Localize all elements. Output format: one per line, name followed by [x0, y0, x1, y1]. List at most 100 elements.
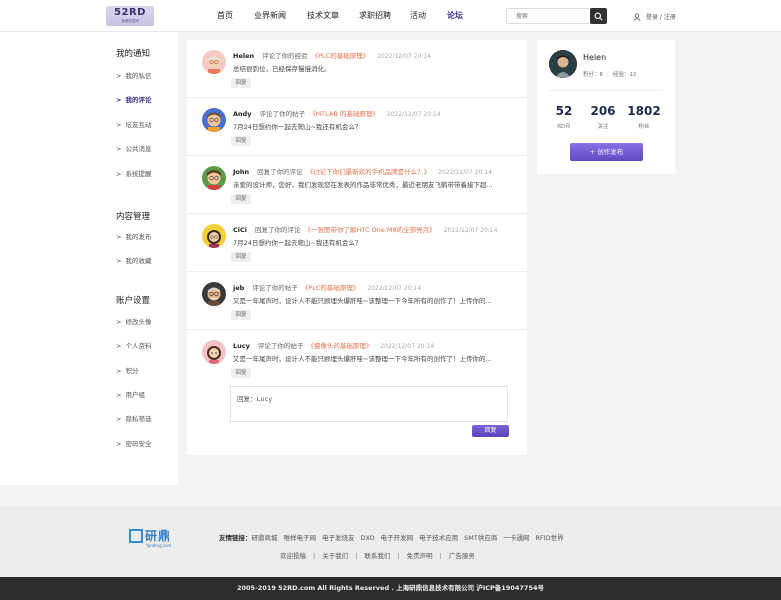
sidebar-item-password-security[interactable]: > 密码安全 — [116, 438, 151, 448]
sidebar-item-interactions[interactable]: > 坛友互动 — [116, 119, 151, 129]
comment-entry: John 回复了你的评论 《讨论下你们最新欢的手机品牌是什么？》 2022/12/07… — [187, 156, 527, 214]
friend-link[interactable]: 电子发烧友 — [322, 534, 355, 542]
friend-link[interactable]: SMT供应商 — [464, 534, 497, 542]
sidebar-item-points[interactable]: > 积分 — [116, 365, 138, 375]
profile-exp: 经验：12 — [612, 72, 637, 78]
footer-logo-cn: 研鼎 — [145, 529, 172, 543]
nav-jobs[interactable]: 求职招聘 — [359, 0, 391, 32]
footer-link-about[interactable]: 关于我们 — [322, 552, 348, 560]
profile-name: Helen — [583, 53, 607, 62]
comment-action: 评论了你的帖子 — [259, 110, 306, 118]
comment-username[interactable]: jeb — [233, 284, 244, 292]
avatar-cici[interactable] — [202, 224, 226, 248]
comment-action: 回复了你的评论 — [257, 168, 303, 176]
reply-button[interactable]: 回复 — [231, 310, 251, 320]
submit-reply-button[interactable]: 回复 — [472, 425, 509, 437]
sidebar-item-private-messages[interactable]: > 我的私信 — [116, 70, 151, 80]
sidebar-item-my-favorites[interactable]: > 我的收藏 — [116, 255, 151, 265]
avatar-andy[interactable] — [202, 108, 226, 132]
comment-content: 亲爱的设计师，您好，我们发现您在发表的作品非常优秀，最近老朋友飞鹤带带着接下超.… — [233, 181, 493, 189]
sidebar-item-system-alerts[interactable]: > 系统提醒 — [116, 168, 151, 178]
friend-links: 友情链接：研鼎商城 唯样电子网 电子发烧友 DXO 电子开发网 电子技术应用 SMT供应商一… — [219, 532, 570, 542]
footer-logo-en: Yanding.com — [146, 543, 172, 548]
footer-link-disclaimer[interactable]: 免责声明 — [407, 552, 433, 560]
footer-logo-mark — [129, 529, 143, 543]
login-register-label: 登录 / 注册 — [646, 14, 676, 21]
comment-meta: Helen 评论了你的经验 《PLC的基础原理》 2022/12/07 20:14 — [233, 50, 431, 60]
copyright-bar: 2005-2019 52RD.com All Rights Reserved .… — [0, 577, 781, 600]
sidebar-item-privacy-filter[interactable]: > 隐私筛选 — [116, 413, 151, 423]
footer-logo[interactable]: 研鼎 Yanding.com — [129, 528, 179, 550]
reply-button[interactable]: 回复 — [231, 78, 251, 88]
footer-link-ads[interactable]: 广告服务 — [449, 552, 475, 560]
comment-post-link[interactable]: 《PLC的基础原理》 — [312, 52, 370, 60]
friend-link[interactable]: RFID世界 — [535, 534, 563, 542]
comment-action: 评论了你的帖子 — [257, 342, 304, 350]
comment-action: 评论了你的经验 — [262, 52, 308, 60]
stat-following[interactable]: 206 关注 — [580, 104, 626, 130]
login-register-link[interactable]: 登录 / 注册 — [633, 12, 676, 21]
friend-link[interactable]: DXO — [361, 534, 375, 542]
profile-card: Helen 积分：6 | 经验：12 52 RD币 206 关注 1802 粉丝 +… — [537, 40, 675, 174]
friend-link[interactable]: 研鼎商城 — [252, 534, 278, 542]
sidebar-item-change-avatar[interactable]: > 修改头像 — [116, 316, 151, 326]
comment-post-link[interactable]: 《摄像头的基础原理》 — [307, 342, 372, 350]
comment-action: 评论了你的帖子 — [252, 284, 298, 292]
reply-button[interactable]: 回复 — [231, 136, 251, 146]
search-icon — [594, 12, 603, 20]
comment-username[interactable]: Helen — [233, 52, 254, 60]
comment-entry: CiCi 回复了你的评论 《一张图带你了解HTC One M8的全部亮点》 2022/… — [187, 214, 527, 272]
comment-content: 又是一年尾声时，设计人不能只顾埋头爆肝哇~该整理一下今年所有的创作了！上传你的.… — [233, 297, 492, 305]
comment-post-link[interactable]: 《MTLAB 的基础原理》 — [309, 110, 379, 118]
sidebar-item-my-comments[interactable]: > 我的评论 — [116, 94, 151, 104]
sidebar-item-user-group[interactable]: > 用户组 — [116, 389, 145, 399]
comment-username[interactable]: CiCi — [233, 226, 247, 234]
comment-time: 2022/12/07 20:14 — [380, 343, 435, 350]
top-header: 52RD 我爱研发网 首页 业界新闻 技术文章 求职招聘 活动 论坛 登录 / … — [0, 0, 781, 32]
profile-avatar[interactable] — [549, 50, 577, 78]
profile-points: 积分：6 — [583, 72, 603, 78]
nav-forum[interactable]: 论坛 — [447, 0, 463, 32]
footer-link-submit[interactable]: 欢迎投稿 — [280, 552, 306, 560]
nav-events[interactable]: 活动 — [410, 0, 426, 32]
reply-button[interactable]: 回复 — [231, 252, 251, 262]
stat-followers[interactable]: 1802 粉丝 — [621, 104, 667, 130]
footer-link-contact[interactable]: 联系我们 — [364, 552, 390, 560]
nav-home[interactable]: 首页 — [217, 0, 233, 32]
comment-meta: jeb 评论了你的帖子 《PLC的基础原理》 2022/12/07 20:14 — [233, 282, 421, 292]
search-box — [506, 8, 607, 24]
sidebar-item-my-posts[interactable]: > 我的发布 — [116, 231, 151, 241]
comment-username[interactable]: Lucy — [233, 342, 250, 350]
reply-input[interactable]: 回复：Lucy — [231, 387, 507, 421]
nav-industry-news[interactable]: 业界新闻 — [254, 0, 286, 32]
search-button[interactable] — [590, 8, 607, 24]
friend-link[interactable]: 电子技术应用 — [419, 534, 458, 542]
create-post-button[interactable]: + 创作发布 — [570, 143, 643, 161]
comment-username[interactable]: Andy — [233, 110, 252, 118]
comment-post-link[interactable]: 《PLC的基础原理》 — [302, 284, 360, 292]
comment-username[interactable]: John — [233, 168, 249, 176]
site-logo[interactable]: 52RD 我爱研发网 — [106, 6, 154, 26]
avatar-jeb[interactable] — [202, 282, 226, 306]
sidebar-section-content: 内容管理 — [116, 212, 151, 222]
comment-time: 2022/12/07 20:14 — [367, 285, 422, 292]
reply-button[interactable]: 回复 — [231, 194, 251, 204]
avatar-helen[interactable] — [202, 50, 226, 74]
comment-entry: Lucy 评论了你的帖子 《摄像头的基础原理》 2022/12/07 20:14 又是… — [187, 330, 527, 388]
avatar-lucy[interactable] — [202, 340, 226, 364]
reply-button[interactable]: 回复 — [231, 368, 251, 378]
friend-link[interactable]: 一卡通网 — [503, 534, 529, 542]
reply-box: 回复：Lucy — [230, 386, 508, 422]
sidebar-item-profile[interactable]: > 个人资料 — [116, 340, 151, 350]
friend-link[interactable]: 电子开发网 — [381, 534, 414, 542]
sidebar-item-public-messages[interactable]: > 公共消息 — [116, 143, 151, 153]
friend-link[interactable]: 唯样电子网 — [284, 534, 317, 542]
comment-post-link[interactable]: 《讨论下你们最新欢的手机品牌是什么？》 — [307, 168, 431, 176]
nav-tech-articles[interactable]: 技术文章 — [307, 0, 339, 32]
logo-sub-text: 我爱研发网 — [121, 19, 139, 23]
comment-post-link[interactable]: 《一张图带你了解HTC One M8的全部亮点》 — [305, 226, 436, 234]
search-input[interactable] — [507, 9, 591, 23]
avatar-john[interactable] — [202, 166, 226, 190]
comment-time: 2022/12/07 20:14 — [438, 169, 492, 176]
comment-content: 7月24日想约你一起去爬山~我还有机会么？ — [233, 239, 362, 247]
